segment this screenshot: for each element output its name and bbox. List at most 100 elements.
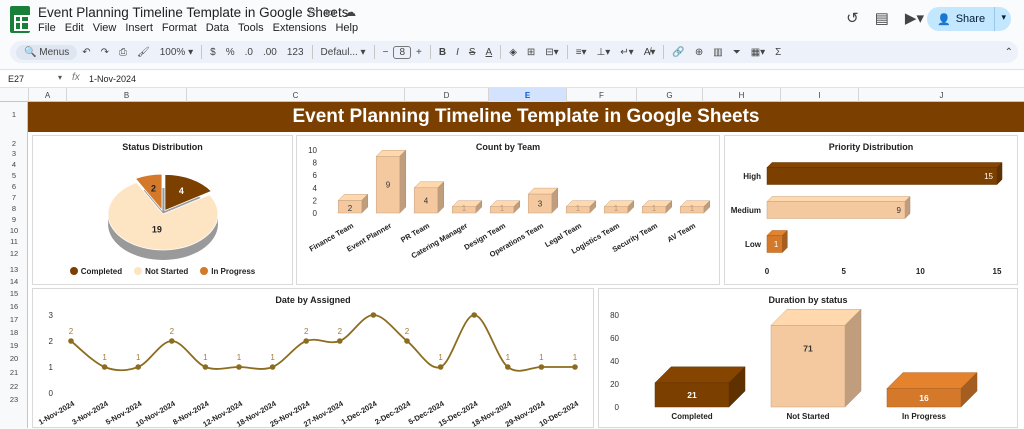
increase-decimal-button[interactable]: .00 <box>258 47 282 58</box>
column-header-g[interactable]: G <box>636 88 702 102</box>
row-header-15[interactable]: 15 <box>0 289 28 298</box>
row-header-10[interactable]: 10 <box>0 226 28 235</box>
insert-link-icon[interactable]: 🔗 <box>667 47 689 58</box>
column-header-b[interactable]: B <box>66 88 186 102</box>
font-size-decrease[interactable]: − <box>378 47 394 58</box>
y-tick-label: 80 <box>610 311 619 320</box>
share-button[interactable]: 👤 Share ▾ <box>927 7 1011 31</box>
row-header-2[interactable]: 2 <box>0 139 28 148</box>
column-header-d[interactable]: D <box>404 88 488 102</box>
percent-button[interactable]: % <box>221 47 240 58</box>
menu-tools[interactable]: Tools <box>238 22 264 34</box>
text-rotation-icon[interactable]: A̸▾ <box>639 47 661 58</box>
text-color-button[interactable]: A <box>481 47 498 58</box>
meet-icon[interactable]: ▶▾ <box>905 9 924 27</box>
row-header-5[interactable]: 5 <box>0 171 28 180</box>
row-header-22[interactable]: 22 <box>0 382 28 391</box>
sheets-logo-icon[interactable] <box>10 6 30 33</box>
row-header-6[interactable]: 6 <box>0 182 28 191</box>
functions-button[interactable]: Σ <box>770 47 786 58</box>
row-header-13[interactable]: 13 <box>0 265 28 274</box>
menu-extensions[interactable]: Extensions <box>273 22 327 34</box>
formula-input[interactable]: 1-Nov-2024 <box>89 74 136 84</box>
paint-format-icon[interactable]: 🖌 <box>132 47 155 58</box>
row-header-19[interactable]: 19 <box>0 341 28 350</box>
bold-button[interactable]: B <box>434 47 451 58</box>
version-history-icon[interactable]: ↺ <box>846 9 859 27</box>
row-header-20[interactable]: 20 <box>0 354 28 363</box>
number-format-button[interactable]: 123 <box>282 47 309 58</box>
y-tick-label: 0 <box>615 403 620 412</box>
menu-data[interactable]: Data <box>206 22 229 34</box>
font-select[interactable]: Defaul... ▾ <box>316 47 371 58</box>
menu-bar: File Edit View Insert Format Data Tools Extensi… <box>38 22 358 34</box>
insert-comment-icon[interactable]: ⊕ <box>690 47 708 58</box>
row-header-8[interactable]: 8 <box>0 204 28 213</box>
menus-search-button[interactable]: 🔍 Menus <box>16 44 78 60</box>
horizontal-align-icon[interactable]: ≡▾ <box>571 47 592 58</box>
count-by-team-chart[interactable]: Count by Team 0 2 4 6 8 10 2 Finance Team 9 Event… <box>296 135 720 285</box>
filter-views-icon[interactable]: ▦▾ <box>746 47 770 58</box>
currency-button[interactable]: $ <box>205 47 221 58</box>
insert-chart-icon[interactable]: ▥ <box>708 47 727 58</box>
undo-icon[interactable]: ↶ <box>77 47 95 58</box>
row-header-7[interactable]: 7 <box>0 193 28 202</box>
merge-cells-icon[interactable]: ⊟▾ <box>540 47 563 58</box>
redo-icon[interactable]: ↷ <box>96 47 114 58</box>
bar-data-label: 1 <box>774 240 779 249</box>
star-icon[interactable]: ☆ <box>306 5 317 19</box>
row-header-12[interactable]: 12 <box>0 249 28 258</box>
decrease-decimal-button[interactable]: .0 <box>240 47 258 58</box>
move-folder-icon[interactable]: ▭ <box>325 5 336 19</box>
row-header-4[interactable]: 4 <box>0 160 28 169</box>
priority-distribution-chart[interactable]: Priority Distribution High 15 Medium 9 Low 1 0… <box>724 135 1018 285</box>
share-dropdown-icon[interactable]: ▾ <box>1001 12 1006 23</box>
menu-insert[interactable]: Insert <box>125 22 153 34</box>
fill-color-icon[interactable]: ◈ <box>504 47 522 58</box>
column-header-i[interactable]: I <box>780 88 858 102</box>
column-header-j[interactable]: J <box>858 88 1024 102</box>
strikethrough-button[interactable]: S <box>464 47 481 58</box>
font-size-input[interactable]: 8 <box>393 45 411 59</box>
duration-by-status-chart[interactable]: Duration by status 0 20 40 60 80 21 Completed 7… <box>598 288 1018 428</box>
row-header-9[interactable]: 9 <box>0 215 28 224</box>
menu-help[interactable]: Help <box>335 22 358 34</box>
print-icon[interactable]: ⎙ <box>114 47 132 58</box>
y-tick-label: Low <box>745 240 762 249</box>
sheet-grid[interactable]: Event Planning Timeline Template in Goog… <box>28 102 1024 429</box>
name-box[interactable]: E27 <box>8 74 24 84</box>
menu-format[interactable]: Format <box>162 22 197 34</box>
menu-edit[interactable]: Edit <box>65 22 84 34</box>
status-distribution-chart[interactable]: Status Distribution 2 4 19 Completed Not S… <box>32 135 293 285</box>
row-header-23[interactable]: 23 <box>0 395 28 404</box>
menu-file[interactable]: File <box>38 22 56 34</box>
column-header-c[interactable]: C <box>186 88 404 102</box>
date-by-assigned-chart[interactable]: Date by Assigned 0 1 2 3 2 1-Nov-2024 1 3-Nov-2… <box>32 288 594 429</box>
row-header-17[interactable]: 17 <box>0 315 28 324</box>
column-header-e[interactable]: E <box>488 88 566 102</box>
column-header-h[interactable]: H <box>702 88 780 102</box>
name-box-dropdown-icon[interactable]: ▾ <box>58 73 62 82</box>
row-header-3[interactable]: 3 <box>0 149 28 158</box>
row-header-18[interactable]: 18 <box>0 328 28 337</box>
column-header-f[interactable]: F <box>566 88 636 102</box>
italic-button[interactable]: I <box>451 47 464 58</box>
document-title[interactable]: Event Planning Timeline Template in Goog… <box>38 5 348 20</box>
menu-view[interactable]: View <box>93 22 117 34</box>
collapse-toolbar-icon[interactable]: ⌃ <box>1000 47 1018 58</box>
borders-icon[interactable]: ⊞ <box>522 47 540 58</box>
row-header-1[interactable]: 1 <box>0 110 28 119</box>
comments-icon[interactable]: ▤ <box>875 9 889 27</box>
row-header-11[interactable]: 11 <box>0 237 28 246</box>
row-header-14[interactable]: 14 <box>0 277 28 286</box>
font-size-increase[interactable]: + <box>411 47 427 58</box>
zoom-select[interactable]: 100% ▾ <box>155 47 198 58</box>
cloud-status-icon[interactable]: ☁ <box>344 5 356 19</box>
point-data-label: 1 <box>136 353 141 362</box>
row-header-16[interactable]: 16 <box>0 302 28 311</box>
row-header-21[interactable]: 21 <box>0 368 28 377</box>
filter-icon[interactable]: ⏷ <box>728 47 746 58</box>
column-header-a[interactable]: A <box>28 88 66 102</box>
vertical-align-icon[interactable]: ⊥▾ <box>592 47 616 58</box>
text-wrap-icon[interactable]: ↵▾ <box>615 47 638 58</box>
